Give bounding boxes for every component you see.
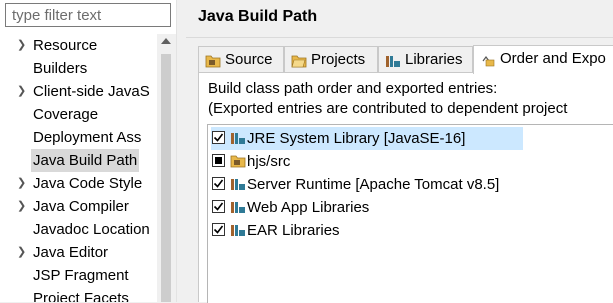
entry-label: JRE System Library [JavaSE-16] — [247, 130, 466, 147]
tab-label: Libraries — [405, 51, 463, 68]
classpath-entry[interactable]: JRE System Library [JavaSE-16] — [211, 127, 523, 150]
tree-item-label: Java Code Style — [33, 175, 143, 192]
tree-item-label: Java Editor — [33, 244, 109, 261]
export-checkbox[interactable] — [212, 200, 225, 213]
export-checkbox[interactable] — [212, 154, 225, 167]
entry-label: Server Runtime [Apache Tomcat v8.5] — [247, 176, 500, 193]
chevron-right-icon[interactable]: ❯ — [17, 241, 26, 264]
check-icon — [213, 225, 224, 234]
description-line-1: Build class path order and exported entr… — [208, 80, 498, 97]
tab-bar: Source Projects Libraries Order and Expo — [198, 45, 613, 74]
tree-scrollbar[interactable] — [157, 34, 176, 302]
order-and-export-panel: Build class path order and exported entr… — [198, 72, 613, 303]
tree-item-javadoc-location[interactable]: Javadoc Location — [0, 218, 157, 241]
tree-item-java-code-style[interactable]: ❯ Java Code Style — [0, 172, 157, 195]
check-icon — [213, 179, 224, 188]
scrollbar-thumb[interactable] — [161, 54, 171, 302]
export-checkbox[interactable] — [212, 177, 225, 190]
check-icon — [213, 202, 224, 211]
tree-item-jsp-fragment[interactable]: JSP Fragment — [0, 264, 157, 287]
tab-label: Projects — [311, 51, 366, 68]
tree-item-label: Coverage — [33, 106, 99, 123]
tree-item-java-editor[interactable]: ❯ Java Editor — [0, 241, 157, 264]
tree-item-label: Resource — [33, 37, 98, 54]
tree-item-coverage[interactable]: Coverage — [0, 103, 157, 126]
chevron-right-icon[interactable]: ❯ — [17, 195, 26, 218]
tree-item-client-side-javascript[interactable]: ❯ Client-side JavaS — [0, 80, 157, 103]
order-export-icon — [480, 46, 496, 81]
export-checkbox[interactable] — [212, 223, 225, 236]
library-icon — [230, 196, 246, 219]
title-divider — [186, 37, 613, 38]
tree-item-label: Deployment Ass — [33, 129, 142, 146]
tree-item-label: JSP Fragment — [33, 267, 129, 284]
library-icon — [230, 219, 246, 242]
chevron-right-icon[interactable]: ❯ — [17, 172, 26, 195]
entry-label: Web App Libraries — [247, 199, 370, 216]
page-title: Java Build Path — [198, 8, 318, 25]
tree-item-java-build-path[interactable]: Java Build Path — [0, 149, 157, 172]
preferences-navigation-panel: ❯ Resource Builders ❯ Client-side JavaS … — [0, 0, 176, 302]
tree-item-deployment-assembly[interactable]: Deployment Ass — [0, 126, 157, 149]
package-folder-icon — [230, 150, 246, 173]
library-icon — [230, 173, 246, 196]
tab-label: Order and Expo — [500, 50, 606, 67]
description-line-2: (Exported entries are contributed to dep… — [208, 100, 568, 117]
tab-libraries[interactable]: Libraries — [378, 46, 473, 72]
entry-label: EAR Libraries — [247, 222, 340, 239]
tree-item-label: Java Build Path — [31, 149, 140, 172]
filter-input[interactable] — [5, 3, 171, 27]
tree-item-label: Builders — [33, 60, 88, 77]
entry-label: hjs/src — [247, 153, 291, 170]
tree-item-label: Client-side JavaS — [33, 83, 150, 100]
chevron-right-icon[interactable]: ❯ — [17, 80, 26, 103]
chevron-right-icon[interactable]: ❯ — [17, 34, 26, 57]
tree-item-label: Java Compiler — [33, 198, 129, 215]
tab-order-and-export[interactable]: Order and Expo — [473, 45, 613, 74]
tab-label: Source — [225, 51, 273, 68]
property-page: Java Build Path Source Projects Librarie… — [177, 0, 613, 303]
scroll-up-arrow-icon[interactable] — [161, 38, 171, 44]
tree-item-label: Project Facets — [33, 290, 129, 302]
tree-item-builders[interactable]: Builders — [0, 57, 157, 80]
tree-item-label: Javadoc Location — [33, 221, 150, 238]
tab-projects[interactable]: Projects — [284, 46, 378, 72]
property-tree: ❯ Resource Builders ❯ Client-side JavaS … — [0, 34, 157, 302]
library-icon — [230, 127, 246, 150]
tab-source[interactable]: Source — [198, 46, 284, 72]
check-icon — [213, 133, 224, 142]
tree-item-resource[interactable]: ❯ Resource — [0, 34, 157, 57]
export-checkbox[interactable] — [212, 131, 225, 144]
tree-item-project-facets[interactable]: Project Facets — [0, 287, 157, 302]
classpath-entries-list[interactable]: JRE System Library [JavaSE-16] hjs/src S… — [207, 124, 613, 303]
tree-item-java-compiler[interactable]: ❯ Java Compiler — [0, 195, 157, 218]
